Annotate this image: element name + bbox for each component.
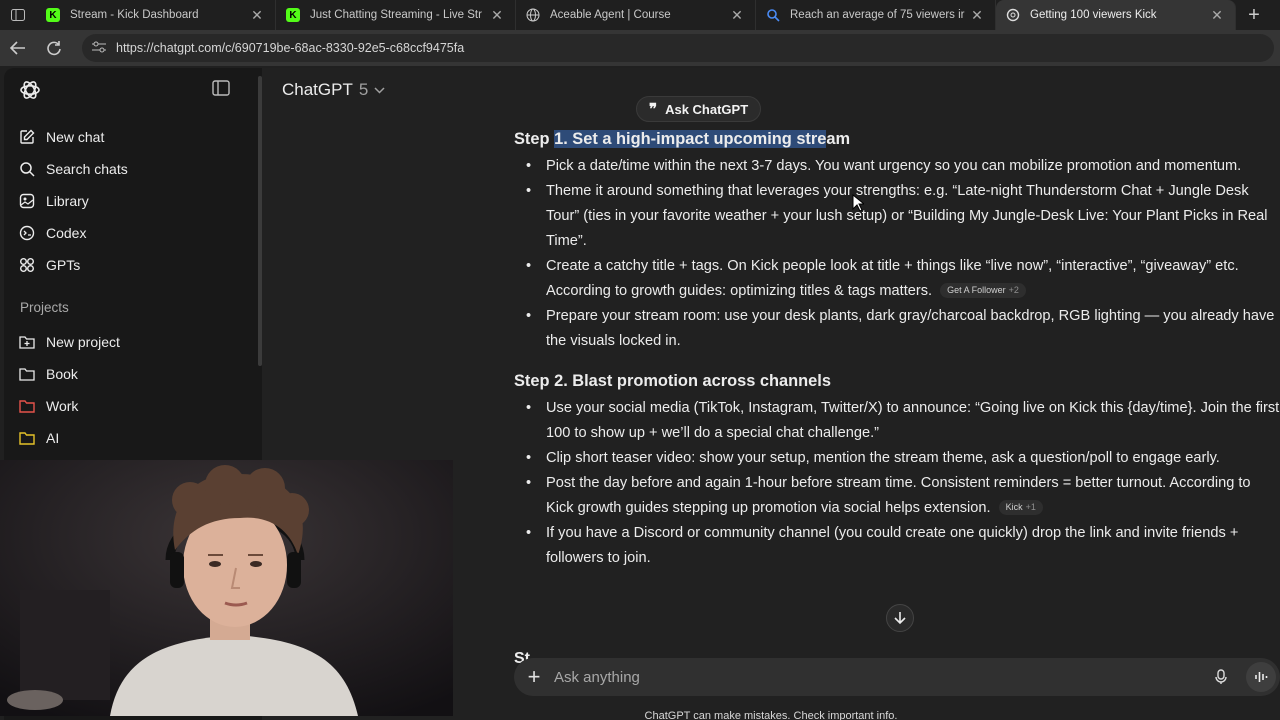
kick-icon: K xyxy=(46,8,60,22)
close-icon[interactable]: ✕ xyxy=(969,7,985,24)
ask-chatgpt-button[interactable]: ❞ Ask ChatGPT xyxy=(636,96,762,122)
tab-actions-icon[interactable] xyxy=(0,0,36,30)
sidebar-item-book[interactable]: Book xyxy=(18,359,78,389)
browser-tab[interactable]: K Just Chatting Streaming - Live Str ✕ xyxy=(276,0,516,30)
sidebar-item-label: Work xyxy=(46,398,79,414)
heading-prefix: Step xyxy=(514,130,555,148)
sidebar-item-label: New chat xyxy=(46,129,105,145)
globe-icon xyxy=(526,8,540,22)
openai-logo-icon[interactable] xyxy=(18,78,42,102)
model-name: ChatGPT xyxy=(282,80,353,99)
browser-tab-bar: K Stream - Kick Dashboard ✕ K Just Chatt… xyxy=(0,0,1280,30)
sidebar-item-search-chats[interactable]: Search chats xyxy=(18,154,128,184)
sidebar-item-label: GPTs xyxy=(46,257,81,273)
mouse-cursor-icon xyxy=(852,193,866,212)
projects-section-label: Projects xyxy=(20,300,69,315)
assistant-message: Step 1. Set a high-impact upcoming strea… xyxy=(514,126,1280,571)
close-icon[interactable]: ✕ xyxy=(1209,7,1225,24)
list-item: If you have a Discord or community chann… xyxy=(514,521,1280,571)
codex-icon xyxy=(18,224,36,242)
sidebar-item-codex[interactable]: Codex xyxy=(18,218,86,248)
browser-toolbar: https://chatgpt.com/c/690719be-68ac-8330… xyxy=(0,30,1280,66)
sidebar-item-label: Search chats xyxy=(46,161,128,177)
list-item: Post the day before and again 1-hour bef… xyxy=(514,471,1280,521)
list-item: Clip short teaser video: show your setup… xyxy=(514,446,1280,471)
citation-count: +1 xyxy=(1025,502,1036,512)
search-icon xyxy=(766,8,780,22)
folder-icon xyxy=(18,365,36,383)
webcam-overlay xyxy=(0,460,453,716)
close-icon[interactable]: ✕ xyxy=(489,7,505,24)
sidebar-item-gpts[interactable]: GPTs xyxy=(18,250,80,280)
toggle-sidebar-icon[interactable] xyxy=(212,80,232,98)
browser-tab[interactable]: Aceable Agent | Course ✕ xyxy=(516,0,756,30)
sidebar-item-label: New project xyxy=(46,334,120,350)
back-icon[interactable] xyxy=(0,30,36,66)
sidebar-item-label: AI xyxy=(46,430,60,446)
site-settings-icon[interactable] xyxy=(92,41,106,56)
browser-tab[interactable]: K Stream - Kick Dashboard ✕ xyxy=(36,0,276,30)
reload-icon[interactable] xyxy=(36,30,72,66)
tab-title: Getting 100 viewers Kick xyxy=(1030,9,1157,21)
new-tab-icon[interactable]: + xyxy=(1236,0,1272,30)
chevron-down-icon xyxy=(374,83,385,97)
plus-icon[interactable]: + xyxy=(514,664,554,690)
new-folder-icon xyxy=(18,333,36,351)
model-picker[interactable]: ChatGPT 5 xyxy=(282,80,385,100)
search-icon xyxy=(18,160,36,178)
step-1-heading: Step 1. Set a high-impact upcoming strea… xyxy=(514,126,1280,152)
quote-icon: ❞ xyxy=(649,101,658,118)
library-icon xyxy=(18,192,36,210)
scroll-to-bottom-button[interactable] xyxy=(886,604,914,632)
list-item-text: Create a catchy title + tags. On Kick pe… xyxy=(546,258,1239,299)
prompt-input[interactable]: Ask anything xyxy=(554,669,1206,686)
sidebar-item-ai[interactable]: AI xyxy=(18,423,59,453)
sidebar-item-new-project[interactable]: New project xyxy=(18,327,120,357)
kick-icon: K xyxy=(286,8,300,22)
grid-icon xyxy=(18,256,36,274)
citation-chip[interactable]: Kick +1 xyxy=(998,500,1043,515)
ask-chatgpt-label: Ask ChatGPT xyxy=(665,101,749,117)
list-item: Create a catchy title + tags. On Kick pe… xyxy=(514,254,1280,304)
close-icon[interactable]: ✕ xyxy=(729,7,745,24)
selected-text: 1. Set a high-impact upcoming stre xyxy=(554,130,827,148)
step-2-heading: Step 2. Blast promotion across channels xyxy=(514,372,831,390)
folder-icon xyxy=(18,429,36,447)
composer: + Ask anything xyxy=(514,658,1280,696)
citation-chip[interactable]: Get A Follower +2 xyxy=(940,283,1026,298)
citation-label: Get A Follower xyxy=(947,285,1006,295)
url-text: https://chatgpt.com/c/690719be-68ac-8330… xyxy=(116,41,465,55)
tab-title: Stream - Kick Dashboard xyxy=(70,9,199,21)
step-2-list: Use your social media (TikTok, Instagram… xyxy=(514,396,1280,571)
sidebar-item-label: Codex xyxy=(46,225,87,241)
microphone-icon[interactable] xyxy=(1206,669,1236,685)
list-item: Use your social media (TikTok, Instagram… xyxy=(514,396,1280,446)
address-bar[interactable]: https://chatgpt.com/c/690719be-68ac-8330… xyxy=(82,34,1274,62)
chatgpt-icon xyxy=(1006,8,1020,22)
sidebar-item-work[interactable]: Work xyxy=(18,391,78,421)
list-item-text: Post the day before and again 1-hour bef… xyxy=(546,475,1251,516)
tab-title: Aceable Agent | Course xyxy=(550,9,671,21)
sidebar-item-library[interactable]: Library xyxy=(18,186,89,216)
arrow-down-icon xyxy=(894,612,906,625)
heading-suffix: am xyxy=(826,130,851,148)
sidebar-item-label: Library xyxy=(46,193,89,209)
browser-tab[interactable]: Reach an average of 75 viewers ir ✕ xyxy=(756,0,996,30)
browser-tab-active[interactable]: Getting 100 viewers Kick ✕ xyxy=(996,0,1236,30)
sidebar-item-new-chat[interactable]: New chat xyxy=(18,122,104,152)
list-item: Prepare your stream room: use your desk … xyxy=(514,304,1280,354)
folder-icon xyxy=(18,397,36,415)
list-item: Theme it around something that leverages… xyxy=(514,179,1280,254)
citation-label: Kick xyxy=(1005,502,1023,512)
close-icon[interactable]: ✕ xyxy=(249,7,265,24)
tab-title: Reach an average of 75 viewers ir xyxy=(790,9,965,21)
citation-count: +2 xyxy=(1008,285,1019,295)
step-1-list: Pick a date/time within the next 3-7 day… xyxy=(514,154,1280,354)
sidebar-item-label: Book xyxy=(46,366,78,382)
edit-icon xyxy=(18,128,36,146)
model-version: 5 xyxy=(358,80,369,99)
tab-title: Just Chatting Streaming - Live Str xyxy=(310,9,482,21)
voice-mode-icon[interactable] xyxy=(1246,662,1276,692)
list-item: Pick a date/time within the next 3-7 day… xyxy=(514,154,1280,179)
